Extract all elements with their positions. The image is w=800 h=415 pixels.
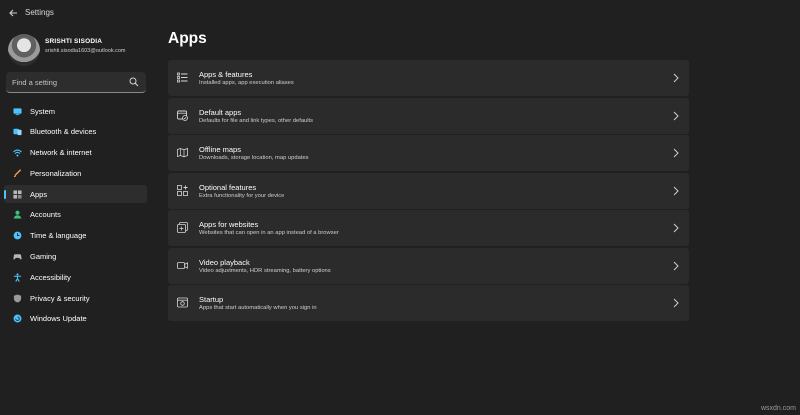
user-email: srishti.sisodia1603@outlook.com xyxy=(45,48,126,54)
user-name: SRISHTI SISODIA xyxy=(45,38,103,45)
card-description: Video adjustments, HDR streaming, batter… xyxy=(199,267,331,274)
system-icon xyxy=(13,107,22,115)
apps-icon xyxy=(13,190,22,199)
sidebar-item-label: Time & language xyxy=(30,231,87,241)
search-icon[interactable] xyxy=(129,77,139,87)
selection-indicator xyxy=(4,315,6,324)
watermark: wsxdn.com xyxy=(760,405,796,412)
card-default-apps[interactable]: Default apps Defaults for file and link … xyxy=(168,97,689,134)
sidebar-item-label: Network & internet xyxy=(30,148,92,158)
sidebar-item-time-language[interactable]: Time & language xyxy=(4,227,147,245)
offline-maps-icon xyxy=(177,147,188,158)
sidebar-item-accessibility[interactable]: Accessibility xyxy=(4,268,147,286)
card-title: Optional features xyxy=(199,182,257,192)
sidebar-item-network[interactable]: Network & internet xyxy=(4,144,147,162)
card-startup[interactable]: Startup Apps that start automatically wh… xyxy=(168,285,689,321)
card-description: Downloads, storage location, map updates xyxy=(199,155,309,161)
selection-indicator xyxy=(4,211,6,220)
selection-indicator xyxy=(4,128,6,137)
selection-indicator xyxy=(4,232,6,241)
chevron-right-icon xyxy=(673,148,679,158)
card-title: Startup xyxy=(199,295,224,304)
sidebar-item-gaming[interactable]: Gaming xyxy=(4,248,147,266)
sidebar-item-label: System xyxy=(30,106,56,116)
settings-list: Apps & features Installed apps, app exec… xyxy=(168,60,689,323)
card-apps-features[interactable]: Apps & features Installed apps, app exec… xyxy=(168,60,689,96)
chevron-right-icon xyxy=(673,223,679,233)
network-icon xyxy=(13,149,22,157)
search-box[interactable] xyxy=(6,72,146,93)
card-video-playback[interactable]: Video playback Video adjustments, HDR st… xyxy=(168,247,689,284)
card-description: Installed apps, app execution aliases xyxy=(199,80,294,86)
startup-icon xyxy=(177,297,188,308)
selection-indicator xyxy=(4,190,6,200)
card-optional-features[interactable]: Optional features Extra functionality fo… xyxy=(168,172,689,209)
sidebar-item-system[interactable]: System xyxy=(4,102,147,120)
back-button[interactable] xyxy=(7,8,19,20)
sidebar-item-personalization[interactable]: Personalization xyxy=(4,164,147,182)
window-title: Settings xyxy=(25,8,54,17)
default-apps-icon xyxy=(177,110,188,121)
chevron-right-icon xyxy=(673,261,679,270)
sidebar: SRISHTI SISODIA srishti.sisodia1603@outl… xyxy=(0,28,158,415)
card-title: Apps for websites xyxy=(199,220,259,229)
chevron-right-icon xyxy=(673,73,679,83)
search-input[interactable] xyxy=(12,75,122,89)
sidebar-item-label: Accounts xyxy=(30,210,61,220)
card-title: Video playback xyxy=(199,257,250,267)
selection-indicator xyxy=(4,253,6,262)
chevron-right-icon xyxy=(673,186,679,195)
apps-features-icon xyxy=(177,72,188,83)
sidebar-item-label: Apps xyxy=(30,189,48,199)
sidebar-item-label: Windows Update xyxy=(30,314,87,324)
card-description: Defaults for file and link types, other … xyxy=(199,117,314,124)
card-offline-maps[interactable]: Offline maps Downloads, storage location… xyxy=(168,135,689,171)
accessibility-icon xyxy=(13,273,22,282)
card-description: Websites that can open in an app instead… xyxy=(199,230,339,236)
sidebar-item-label: Bluetooth & devices xyxy=(30,127,97,137)
sidebar-item-label: Privacy & security xyxy=(30,293,90,303)
sidebar-item-bluetooth-devices[interactable]: Bluetooth & devices xyxy=(4,123,147,141)
personalization-icon xyxy=(13,169,22,177)
selection-indicator xyxy=(4,149,6,158)
sidebar-item-windows-update[interactable]: Windows Update xyxy=(4,310,147,328)
card-description: Extra functionality for your device xyxy=(199,192,285,199)
selection-indicator xyxy=(4,294,6,303)
sidebar-item-accounts[interactable]: Accounts xyxy=(4,206,147,224)
card-title: Offline maps xyxy=(199,145,241,154)
card-title: Apps & features xyxy=(199,70,253,79)
windows-update-icon xyxy=(13,315,22,323)
selection-indicator xyxy=(4,273,6,282)
card-apps-for-websites[interactable]: Apps for websites Websites that can open… xyxy=(168,210,689,246)
page-title: Apps xyxy=(168,30,207,47)
selection-indicator xyxy=(4,169,6,178)
accounts-icon xyxy=(13,211,22,220)
chevron-right-icon xyxy=(673,111,679,120)
sidebar-item-label: Personalization xyxy=(30,168,82,178)
optional-features-icon xyxy=(177,184,188,196)
back-arrow-icon xyxy=(9,9,17,17)
selection-indicator xyxy=(4,107,6,116)
sidebar-item-apps[interactable]: Apps xyxy=(4,185,147,204)
privacy-shield-icon xyxy=(13,294,22,303)
sidebar-item-label: Gaming xyxy=(30,252,57,262)
sidebar-item-privacy-security[interactable]: Privacy & security xyxy=(4,289,147,307)
title-bar: Settings xyxy=(0,0,800,28)
avatar[interactable] xyxy=(8,34,40,66)
sidebar-nav: System Bluetooth & devices Network & int… xyxy=(4,102,147,331)
chevron-right-icon xyxy=(673,298,679,308)
card-description: Apps that start automatically when you s… xyxy=(199,305,317,311)
video-playback-icon xyxy=(177,261,188,269)
bluetooth-devices-icon xyxy=(13,129,22,136)
sidebar-item-label: Accessibility xyxy=(30,272,71,282)
card-title: Default apps xyxy=(199,107,242,117)
gaming-icon xyxy=(13,254,22,260)
apps-websites-icon xyxy=(177,222,188,233)
time-language-icon xyxy=(13,231,22,240)
